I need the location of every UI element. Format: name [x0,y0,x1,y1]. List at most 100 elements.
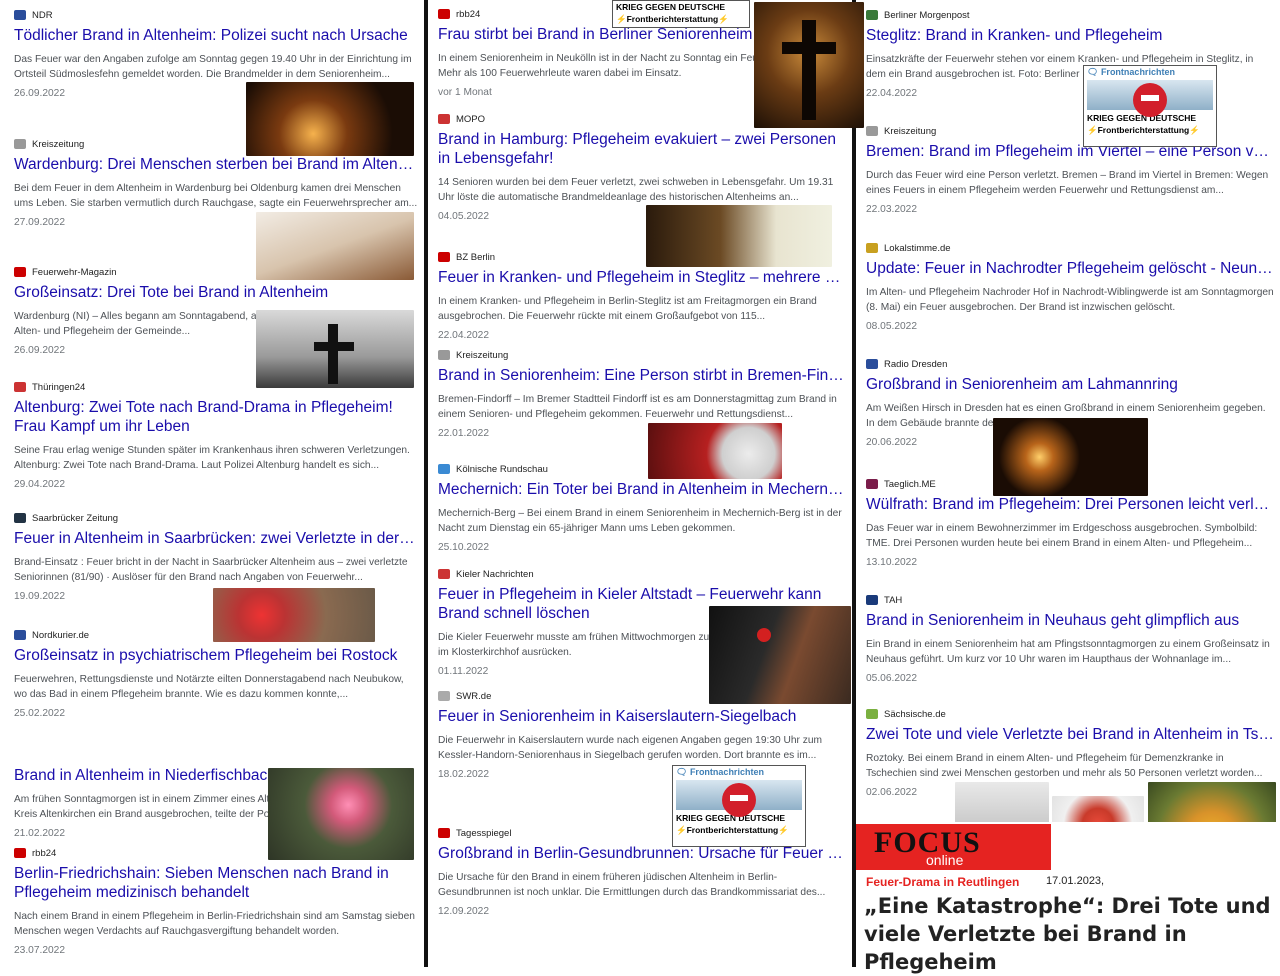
news-date: 25.10.2022 [438,542,489,553]
news-headline-link[interactable]: Brand in Hamburg: Pflegeheim evakuiert –… [438,130,846,168]
channel-badge: 🗨 Frontnachrichten KRIEG GEGEN DEUTSCHE … [672,765,806,847]
news-headline-link[interactable]: Brand in Seniorenheim: Eine Person stirb… [438,366,846,385]
news-headline-link[interactable]: Zwei Tote und viele Verletzte bei Brand … [866,725,1274,744]
source-logo-icon [866,126,878,136]
candles-flowers-photo [646,205,832,267]
badge-bottom-label: Frontberichterstattung [686,825,779,835]
news-source-name: Kölnische Rundschau [456,463,548,475]
news-date: 22.03.2022 [866,204,917,215]
news-date: 25.02.2022 [14,708,65,719]
news-source [14,748,418,762]
news-source-name: NDR [32,9,53,21]
news-snippet: Im Alten- und Pflegeheim Nachroder Hof i… [866,287,1274,313]
grave-flowers-photo [268,768,414,860]
news-source: TAH [866,593,1274,607]
news-snippet: Feuerwehren, Rettungsdienste und Notärzt… [14,674,404,700]
news-snippet: Die Feuerwehr in Kaiserslautern wurde na… [438,735,822,761]
news-snippet: In einem Kranken- und Pflegeheim in Berl… [438,296,817,322]
news-snippet: 14 Senioren wurden bei dem Feuer verletz… [438,177,834,203]
news-headline-link[interactable]: Brand in Seniorenheim in Neuhaus geht gl… [866,611,1274,630]
news-headline-link[interactable]: Feuer in Kranken- und Pflegeheim in Steg… [438,268,846,287]
news-headline-link[interactable]: Altenburg: Zwei Tote nach Brand-Drama in… [14,398,418,436]
news-source-name: Saarbrücker Zeitung [32,512,119,524]
news-headline-link[interactable]: Feuer in Altenheim in Saarbrücken: zwei … [14,529,418,548]
news-card[interactable]: Kölnische Rundschau Mechernich: Ein Toter… [438,462,846,553]
news-source: Lokalstimme.de [866,241,1274,255]
news-date: 05.06.2022 [866,673,917,684]
white-roses-photo [955,782,1049,826]
source-logo-icon [866,595,878,605]
news-snippet: Seine Frau erlag wenige Stunden später i… [14,445,410,471]
focus-online-article[interactable]: FOCUS online Feuer-Drama in Reutlingen 1… [856,822,1280,974]
news-date: 22.01.2022 [438,428,489,439]
badge-channel-label: Frontnachrichten [689,767,764,777]
badge-bottom-text: ⚡Frontberichterstattung⚡ [676,825,789,835]
news-source-name: Kreiszeitung [456,349,509,361]
news-headline-link[interactable]: Wardenburg: Drei Menschen sterben bei Br… [14,155,418,174]
news-card[interactable]: TAH Brand in Seniorenheim in Neuhaus geht… [866,593,1274,684]
news-headline-link[interactable]: Großbrand in Seniorenheim am Lahmannring [866,375,1274,394]
coffin-photo [256,212,414,280]
news-snippet: Ein Brand in einem Seniorenheim hat am P… [866,639,1270,665]
rose-coffin-photo [709,606,851,704]
news-headline-link[interactable]: Feuer in Seniorenheim in Kaiserslautern-… [438,707,846,726]
news-source: Saarbrücker Zeitung [14,511,418,525]
news-date: 13.10.2022 [866,557,917,568]
source-logo-icon [438,691,450,701]
news-source: Berliner Morgenpost [866,8,1274,22]
news-source-name: SWR.de [456,690,492,702]
badge-channel-label: Frontnachrichten [1100,67,1175,77]
badge-bottom-label: Frontberichterstattung [626,14,719,24]
news-source-name: Lokalstimme.de [884,242,951,254]
source-logo-icon [14,848,26,858]
news-snippet: Bei dem Feuer in dem Altenheim in Warden… [14,183,418,209]
focus-date: 17.01.2023, [1046,875,1105,887]
cross-silhouette-photo [256,310,414,388]
news-card[interactable]: rbb24 Berlin-Friedrichshain: Sieben Mensc… [14,846,418,956]
news-card[interactable]: Lokalstimme.de Update: Feuer in Nachrodte… [866,241,1274,332]
news-source-name: TAH [884,594,903,606]
source-logo-icon [866,709,878,719]
focus-logo: FOCUS online [856,824,1051,870]
news-headline-link[interactable]: Mechernich: Ein Toter bei Brand in Alten… [438,480,846,499]
source-logo-icon [866,479,878,489]
roses-stone-photo [648,423,782,479]
news-snippet: Mechernich-Berg – Bei einem Brand in ein… [438,508,842,534]
source-logo-icon [14,10,26,20]
news-headline-link[interactable]: Wülfrath: Brand im Pflegeheim: Drei Pers… [866,495,1274,514]
memorial-flowers-photo [213,588,375,642]
source-logo-icon [438,252,450,262]
badge-top-text: KRIEG GEGEN DEUTSCHE [616,2,726,12]
source-logo-icon [14,139,26,149]
news-headline-link[interactable]: Großeinsatz in psychiatrischem Pflegehei… [14,646,418,665]
news-headline-link[interactable]: Steglitz: Brand in Kranken- und Pflegehe… [866,26,1274,45]
source-logo-icon [14,267,26,277]
news-headline-link[interactable]: Berlin-Friedrichshain: Sieben Menschen n… [14,864,418,902]
news-source-name: Radio Dresden [884,358,948,370]
source-logo-icon [438,350,450,360]
news-source-name: Tagesspiegel [456,827,512,839]
news-headline-link[interactable]: Großeinsatz: Drei Tote bei Brand in Alte… [14,283,418,302]
news-source-name: rbb24 [32,847,57,859]
badge-bottom-text: ⚡Frontberichterstattung⚡ [1087,125,1200,135]
focus-headline[interactable]: „Eine Katastrophe“: Drei Tote und viele … [864,892,1280,976]
badge-emblem [676,780,802,817]
cross-sunset-photo [754,2,864,128]
news-source-name: Kieler Nachrichten [456,568,534,580]
focus-logo-sub: online [926,852,964,868]
source-logo-icon [438,828,450,838]
news-card[interactable]: Kreiszeitung Brand in Seniorenheim: Eine … [438,348,846,439]
news-snippet: Roztoky. Bei einem Brand in einem Alten-… [866,753,1263,779]
candles-dark-photo [993,418,1148,496]
candles-photo [246,82,414,156]
news-source-name: Thüringen24 [32,381,86,393]
news-source-name: Berliner Morgenpost [884,9,970,21]
news-headline-link[interactable]: Tödlicher Brand in Altenheim: Polizei su… [14,26,418,45]
news-card[interactable]: Thüringen24 Altenburg: Zwei Tote nach Bra… [14,380,418,490]
news-snippet: Das Feuer war den Angaben zufolge am Son… [14,54,412,80]
news-source: Sächsische.de [866,707,1274,721]
news-headline-link[interactable]: Update: Feuer in Nachrodter Pflegeheim g… [866,259,1274,278]
news-source-name: Nordkurier.de [32,629,90,641]
news-source-name: Feuerwehr-Magazin [32,266,117,278]
badge-emblem [1087,80,1213,117]
